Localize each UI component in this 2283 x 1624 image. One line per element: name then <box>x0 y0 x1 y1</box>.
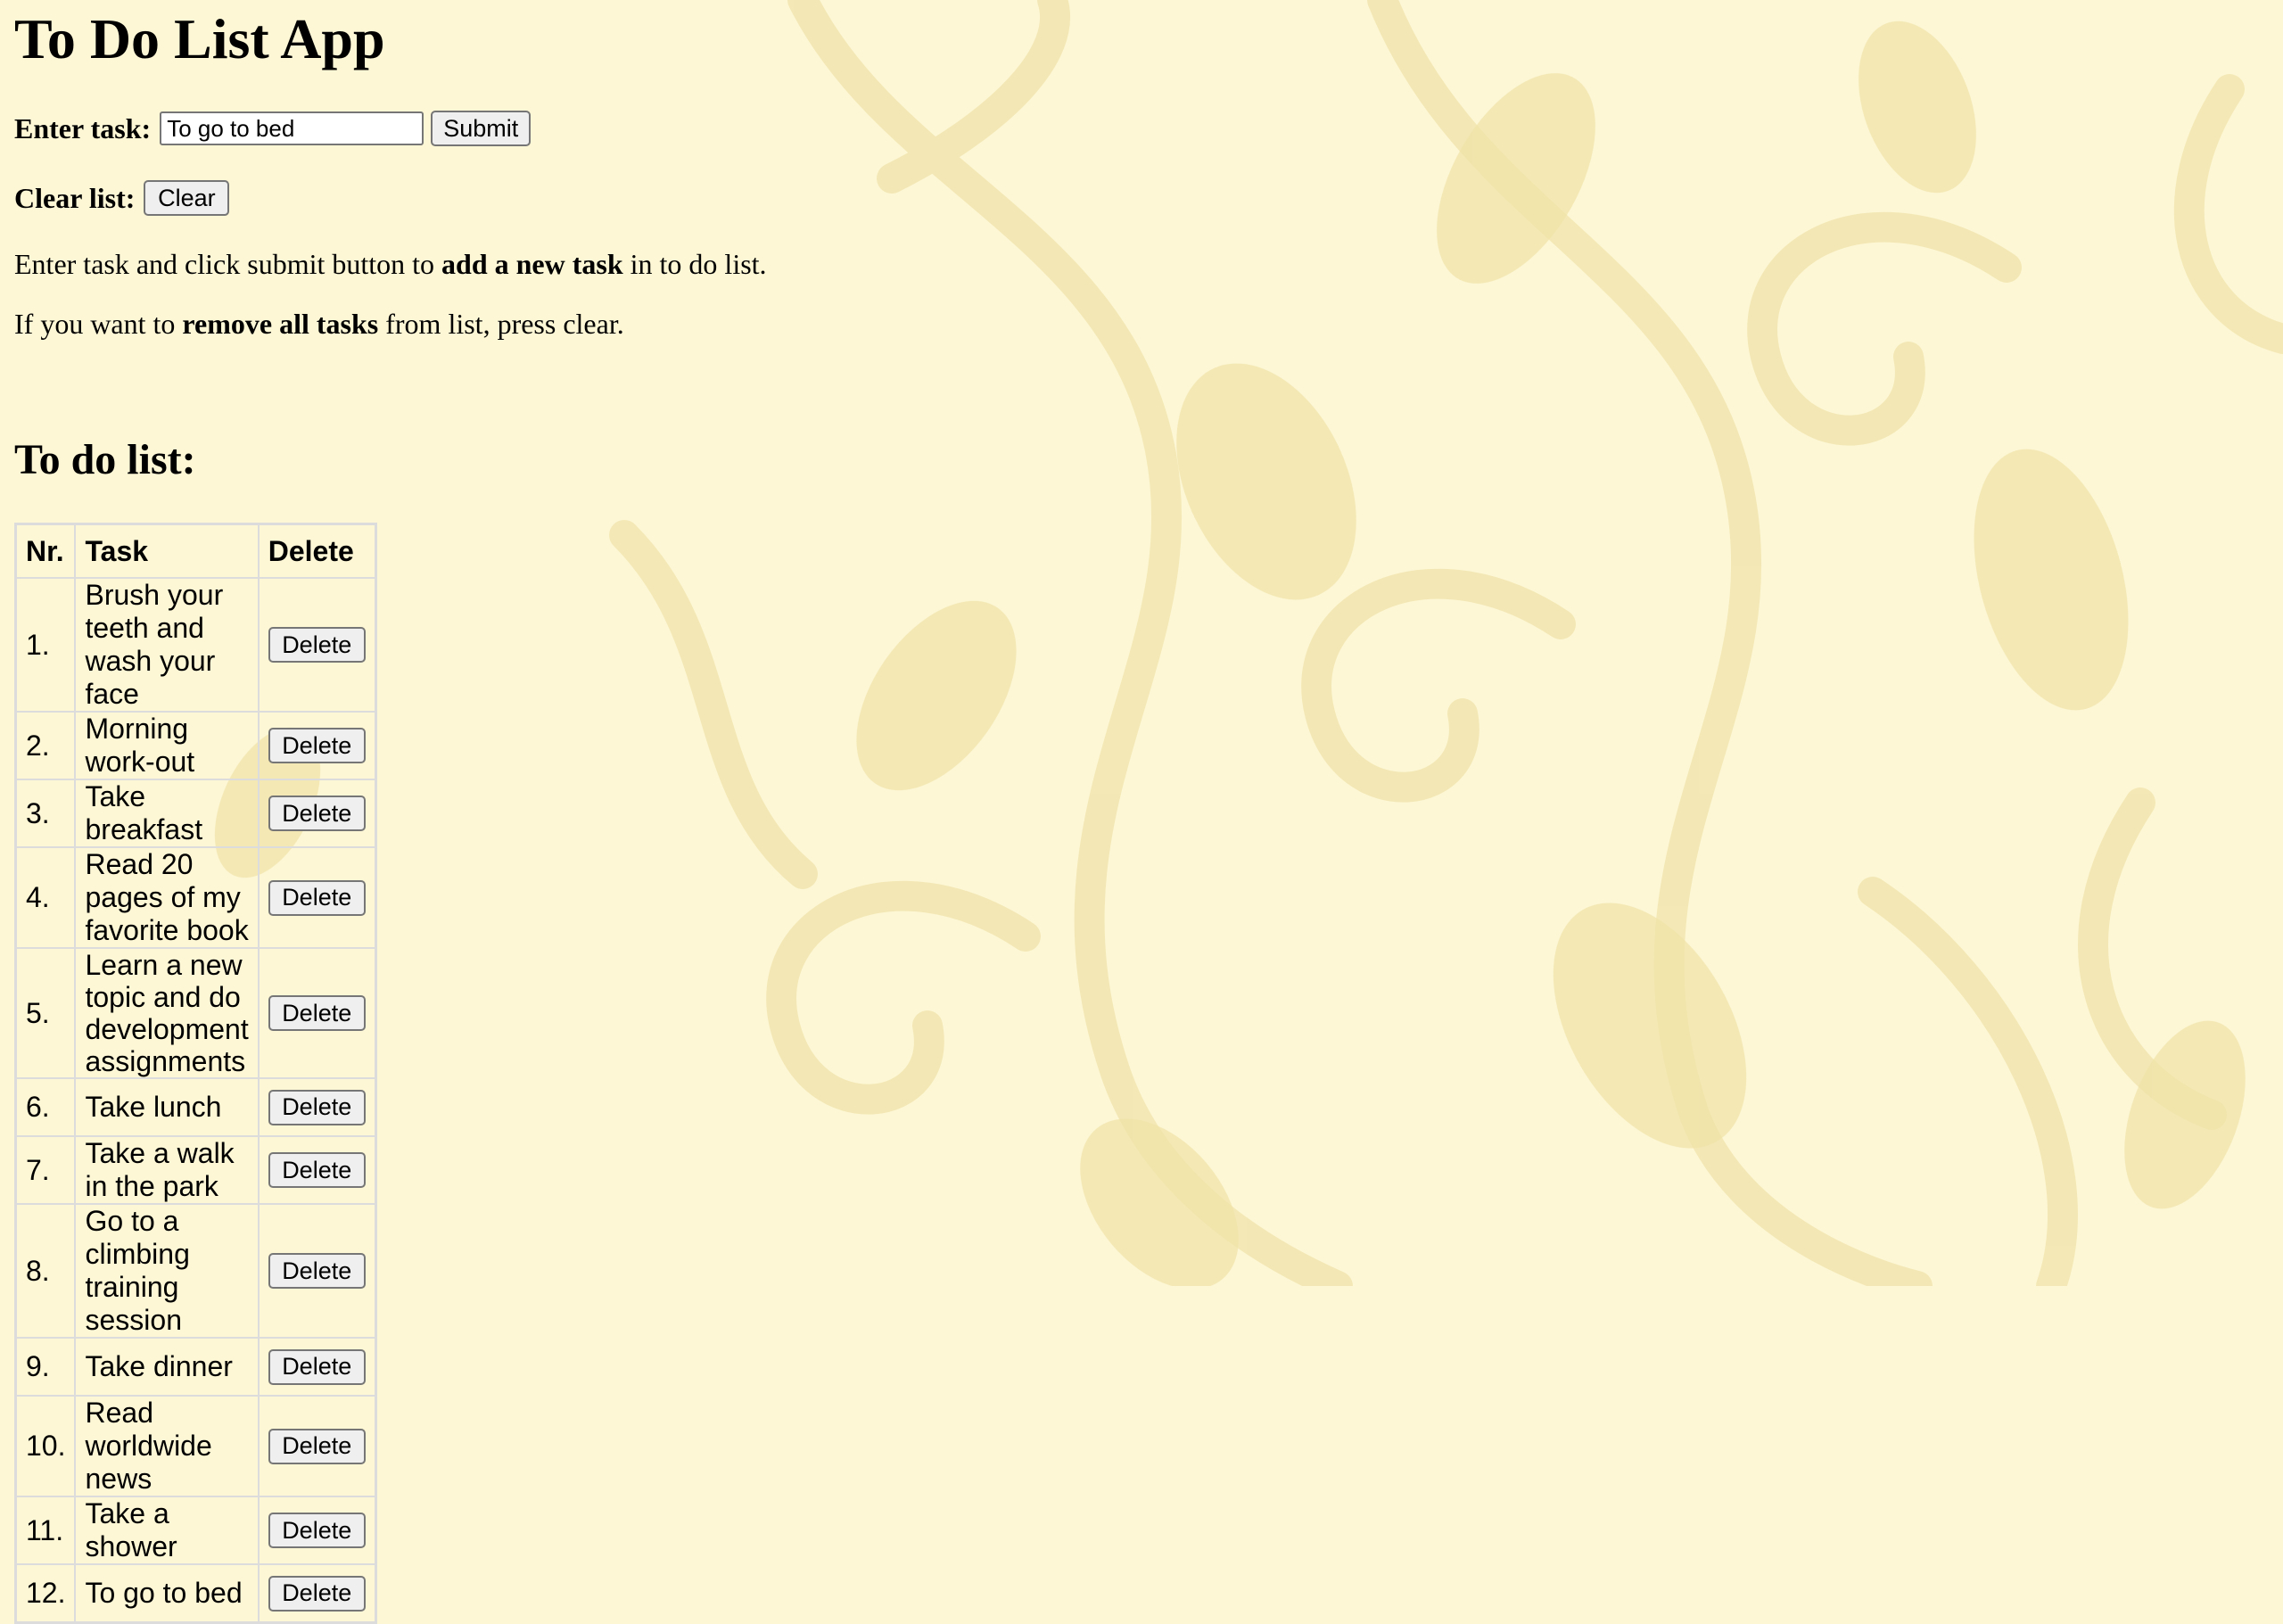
clear-list-form: Clear list: Clear <box>14 180 230 216</box>
task-number: 12. <box>16 1564 76 1622</box>
task-text: Take a walk in the park <box>75 1136 259 1204</box>
delete-task-button[interactable]: Delete <box>268 796 366 832</box>
delete-cell: Delete <box>258 1136 375 1204</box>
task-text: Learn a new topic and do development ass… <box>75 948 259 1078</box>
delete-task-button[interactable]: Delete <box>268 1348 366 1385</box>
delete-task-button[interactable]: Delete <box>268 728 366 764</box>
todo-table-body: 1. Brush your teeth and wash your face Del… <box>16 578 375 1622</box>
task-number: 2. <box>16 712 76 779</box>
delete-cell: Delete <box>258 1078 375 1136</box>
task-text: Read 20 pages of my favorite book <box>75 847 259 948</box>
task-number: 1. <box>16 578 76 712</box>
table-row: 2. Morning work-out Delete <box>16 712 375 779</box>
delete-task-button[interactable]: Delete <box>268 627 366 664</box>
table-row: 6. Take lunch Delete <box>16 1078 375 1136</box>
clear-list-label: Clear list: <box>14 181 136 214</box>
task-text: Morning work-out <box>75 712 259 779</box>
column-header-nr: Nr. <box>16 524 76 578</box>
table-row: 9. Take dinner Delete <box>16 1338 375 1396</box>
task-number: 7. <box>16 1136 76 1204</box>
add-task-form: Enter task: Submit <box>14 111 532 146</box>
delete-cell: Delete <box>258 712 375 779</box>
table-row: 8. Go to a climbing training session Delet… <box>16 1204 375 1338</box>
task-number: 8. <box>16 1204 76 1338</box>
info-bold-text: remove all tasks <box>182 308 379 340</box>
delete-cell: Delete <box>258 948 375 1078</box>
table-header-row: Nr. Task Delete <box>16 524 375 578</box>
list-heading: To do list: <box>14 436 196 483</box>
table-row: 7. Take a walk in the park Delete <box>16 1136 375 1204</box>
delete-cell: Delete <box>258 578 375 712</box>
task-text: Take dinner <box>75 1338 259 1396</box>
info-text: in to do list. <box>622 248 767 280</box>
submit-button[interactable]: Submit <box>431 111 532 146</box>
task-number: 6. <box>16 1078 76 1136</box>
column-header-task: Task <box>75 524 259 578</box>
task-number: 3. <box>16 779 76 847</box>
table-row: 12. To go to bed Delete <box>16 1564 375 1622</box>
info-text: If you want to <box>14 308 183 340</box>
delete-cell: Delete <box>258 1496 375 1564</box>
table-row: 4. Read 20 pages of my favorite book Delet… <box>16 847 375 948</box>
info-text: from list, press clear. <box>378 308 624 340</box>
task-text: To go to bed <box>75 1564 259 1622</box>
info-add-task: Enter task and click submit button to ad… <box>14 248 767 281</box>
task-number: 5. <box>16 948 76 1078</box>
todo-table: Nr. Task Delete 1. Brush your teeth and w… <box>14 523 377 1624</box>
table-row: 1. Brush your teeth and wash your face Del… <box>16 578 375 712</box>
delete-task-button[interactable]: Delete <box>268 1089 366 1125</box>
delete-cell: Delete <box>258 847 375 948</box>
table-row: 11. Take a shower Delete <box>16 1496 375 1564</box>
task-text: Read worldwide news <box>75 1396 259 1496</box>
delete-task-button[interactable]: Delete <box>268 1152 366 1189</box>
delete-task-button[interactable]: Delete <box>268 1428 366 1464</box>
task-text: Take a shower <box>75 1496 259 1564</box>
delete-cell: Delete <box>258 1204 375 1338</box>
task-number: 4. <box>16 847 76 948</box>
task-input[interactable] <box>160 111 424 145</box>
delete-task-button[interactable]: Delete <box>268 879 366 916</box>
delete-cell: Delete <box>258 1396 375 1496</box>
table-row: 10. Read worldwide news Delete <box>16 1396 375 1496</box>
info-text: Enter task and click submit button to <box>14 248 442 280</box>
enter-task-label: Enter task: <box>14 111 152 144</box>
task-text: Brush your teeth and wash your face <box>75 578 259 712</box>
table-row: 3. Take breakfast Delete <box>16 779 375 847</box>
clear-button[interactable]: Clear <box>144 180 230 216</box>
column-header-delete: Delete <box>258 524 375 578</box>
info-remove-tasks: If you want to remove all tasks from lis… <box>14 308 624 341</box>
delete-task-button[interactable]: Delete <box>268 1253 366 1290</box>
delete-task-button[interactable]: Delete <box>268 1575 366 1612</box>
delete-cell: Delete <box>258 1564 375 1622</box>
table-row: 5. Learn a new topic and do development a… <box>16 948 375 1078</box>
delete-task-button[interactable]: Delete <box>268 995 366 1032</box>
delete-task-button[interactable]: Delete <box>268 1513 366 1549</box>
task-text: Take lunch <box>75 1078 259 1136</box>
task-number: 10. <box>16 1396 76 1496</box>
task-text: Go to a climbing training session <box>75 1204 259 1338</box>
task-number: 11. <box>16 1496 76 1564</box>
task-number: 9. <box>16 1338 76 1396</box>
info-bold-text: add a new task <box>441 248 623 280</box>
delete-cell: Delete <box>258 779 375 847</box>
page-title: To Do List App <box>14 7 385 70</box>
delete-cell: Delete <box>258 1338 375 1396</box>
task-text: Take breakfast <box>75 779 259 847</box>
